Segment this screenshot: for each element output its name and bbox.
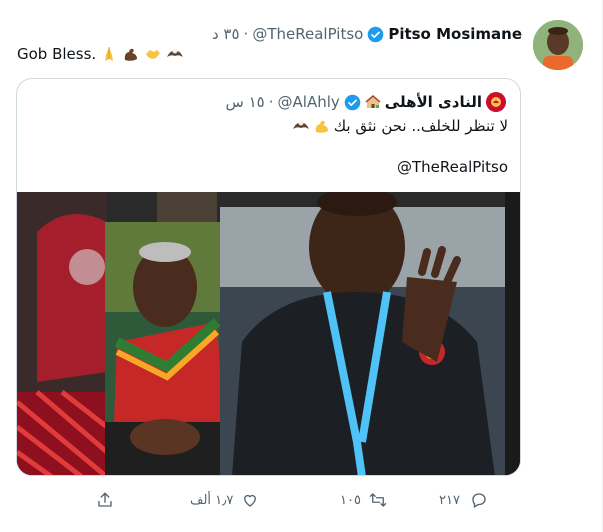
handshake-emoji bbox=[146, 50, 161, 59]
quoted-author-avatar[interactable] bbox=[486, 92, 506, 112]
share-icon[interactable] bbox=[96, 491, 114, 509]
tweet[interactable]: Pitso Mosimane @TheRealPitso · ٣٥ د Gob … bbox=[0, 0, 603, 532]
retweet-count: ١٠٥ bbox=[340, 492, 361, 508]
quoted-tweet-text-content: لا تنظر للخلف.. نحن نثق بك bbox=[333, 117, 508, 135]
coach-photo-collage bbox=[17, 192, 520, 475]
quoted-author-handle[interactable]: @AlAhly bbox=[278, 93, 340, 111]
avatar-image bbox=[533, 20, 583, 70]
reply-icon[interactable] bbox=[470, 491, 488, 509]
quoted-tweet[interactable]: النادى الأهلى @AlAhly · ١٥ س لا تنظر للخ… bbox=[16, 78, 521, 476]
folded-hands-emoji bbox=[105, 47, 114, 61]
flexed-biceps-emoji bbox=[125, 48, 138, 61]
verified-badge-icon bbox=[344, 94, 361, 110]
header-separator: · bbox=[243, 25, 249, 43]
share-action[interactable] bbox=[96, 490, 114, 510]
quoted-author-name[interactable]: النادى الأهلى bbox=[385, 93, 482, 111]
retweet-action[interactable]: ١٠٥ bbox=[340, 490, 387, 510]
tweet-header: Pitso Mosimane @TheRealPitso · ٣٥ د bbox=[212, 24, 522, 44]
like-count: ١٫٧ ألف bbox=[190, 492, 234, 508]
eagle-emoji bbox=[167, 48, 184, 57]
like-action[interactable]: ١٫٧ ألف bbox=[190, 490, 259, 510]
author-avatar[interactable] bbox=[533, 20, 583, 70]
quoted-tweet-mention[interactable]: @TheRealPitso bbox=[397, 158, 508, 176]
quoted-tweet-text: لا تنظر للخلف.. نحن نثق بك bbox=[292, 117, 508, 135]
house-emoji bbox=[365, 94, 381, 108]
tweet-text-content: Gob Bless. bbox=[17, 45, 97, 63]
verified-badge-icon bbox=[368, 26, 384, 42]
al-ahly-logo-icon bbox=[491, 97, 501, 107]
quoted-tweet-timestamp[interactable]: ١٥ س bbox=[226, 93, 265, 111]
quoted-tweet-media[interactable] bbox=[17, 192, 520, 475]
retweet-icon[interactable] bbox=[369, 491, 387, 509]
tweet-text: Gob Bless. bbox=[17, 45, 184, 63]
heart-icon[interactable] bbox=[241, 491, 259, 509]
quoted-tweet-header: النادى الأهلى @AlAhly · ١٥ س bbox=[226, 92, 506, 112]
quoted-header-separator: · bbox=[268, 93, 274, 111]
flexed-biceps-emoji bbox=[315, 120, 328, 133]
reply-count: ٢١٧ bbox=[439, 492, 460, 508]
tweet-timestamp[interactable]: ٣٥ د bbox=[212, 25, 240, 43]
author-name[interactable]: Pitso Mosimane bbox=[388, 25, 522, 43]
reply-action[interactable]: ٢١٧ bbox=[439, 490, 488, 510]
eagle-emoji bbox=[292, 120, 309, 129]
author-handle[interactable]: @TheRealPitso bbox=[252, 25, 363, 43]
